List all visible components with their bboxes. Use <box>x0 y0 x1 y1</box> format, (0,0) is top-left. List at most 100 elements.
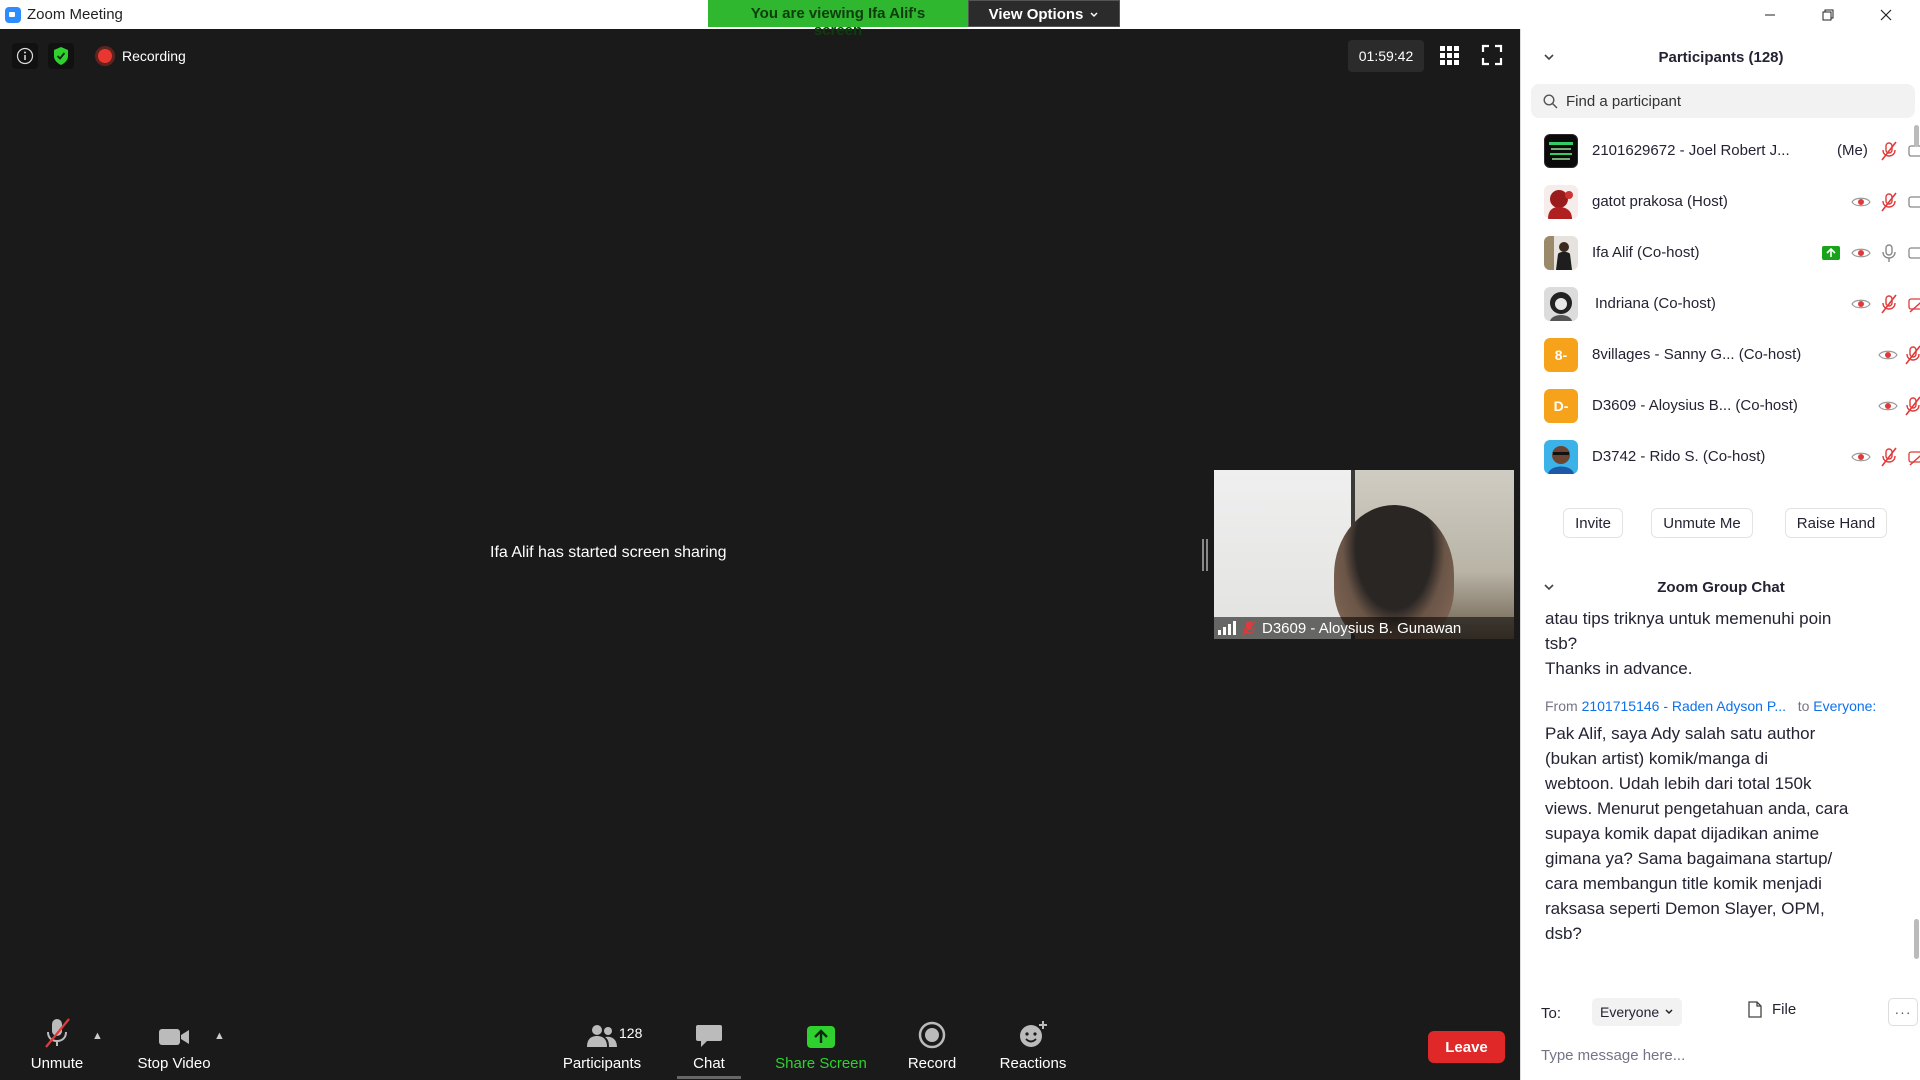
participants-header: Participants (128) <box>1521 29 1920 85</box>
recording-status-icon <box>1851 297 1871 311</box>
participant-search-field[interactable]: Find a participant <box>1531 84 1915 118</box>
participant-list-scrollbar[interactable] <box>1914 125 1919 147</box>
close-icon <box>1880 9 1892 20</box>
restore-icon <box>1822 9 1834 20</box>
more-options-button[interactable]: ··· <box>1888 998 1918 1026</box>
participants-count: 128 <box>619 1025 643 1041</box>
recording-status-icon <box>1851 195 1871 209</box>
side-panel: Participants (128) Find a participant 21… <box>1520 29 1920 1080</box>
recording-status-icon <box>1878 348 1898 362</box>
participants-icon <box>587 1025 617 1047</box>
avatar-image-icon <box>1549 141 1573 160</box>
chat-message-line: cara membangun title komik menjadi <box>1545 874 1822 893</box>
record-button[interactable]: Record <box>902 1013 962 1080</box>
chevron-down-icon <box>1090 12 1098 18</box>
share-screen-button[interactable]: Share Screen <box>771 1013 871 1080</box>
share-screen-icon <box>807 1026 835 1048</box>
raise-hand-button[interactable]: Raise Hand <box>1785 508 1887 538</box>
security-button[interactable] <box>48 43 74 69</box>
muted-mic-icon[interactable] <box>1880 294 1898 314</box>
reactions-button[interactable]: Reactions <box>997 1013 1069 1080</box>
participant-avatar-initials: 8- <box>1544 337 1578 372</box>
muted-mic-icon[interactable] <box>1904 396 1920 416</box>
invite-button[interactable]: Invite <box>1563 508 1623 538</box>
record-label: Record <box>907 1055 957 1072</box>
stop-video-button[interactable]: Stop Video <box>134 1013 214 1080</box>
chat-message-line: (bukan artist) komik/manga di <box>1545 749 1768 768</box>
video-camera-icon[interactable] <box>1908 245 1920 261</box>
chat-scrollbar[interactable] <box>1914 919 1919 959</box>
chat-from-label: From <box>1545 698 1578 714</box>
participant-list: 2101629672 - Joel Robert J... (Me) gatot… <box>1521 125 1920 487</box>
info-icon <box>16 47 34 65</box>
avatar-image-icon <box>1544 235 1572 270</box>
muted-mic-icon[interactable] <box>1880 192 1898 212</box>
minimize-button[interactable] <box>1741 0 1799 29</box>
close-button[interactable] <box>1857 0 1915 29</box>
chat-sender-link[interactable]: 2101715146 - Raden Adyson P... <box>1582 698 1786 714</box>
participant-row[interactable]: D3742 - Rido S. (Co-host) <box>1521 431 1920 482</box>
chat-recipient-dropdown[interactable]: Everyone <box>1592 998 1683 1026</box>
recording-status-icon <box>1851 450 1871 464</box>
participant-video-tile[interactable]: D3609 - Aloysius B. Gunawan <box>1214 470 1514 639</box>
chat-message-line: views. Menurut pengetahuan anda, cara <box>1545 799 1849 818</box>
microphone-icon[interactable] <box>1880 243 1898 263</box>
recording-indicator[interactable]: Recording <box>98 48 186 64</box>
muted-mic-icon[interactable] <box>1904 345 1920 365</box>
video-off-camera-icon[interactable] <box>1908 448 1920 466</box>
chat-to-prefix: To: <box>1541 1004 1562 1022</box>
zoom-app-icon <box>5 7 21 23</box>
file-icon <box>1748 1001 1762 1018</box>
muted-microphone-icon <box>45 1018 70 1048</box>
sharing-screen-icon <box>1821 245 1841 261</box>
participant-row[interactable]: Indriana (Co-host) <box>1521 278 1920 329</box>
participant-row[interactable]: gatot prakosa (Host) <box>1521 176 1920 227</box>
video-tile-name: D3609 - Aloysius B. Gunawan <box>1262 619 1462 637</box>
restore-button[interactable] <box>1799 0 1857 29</box>
chat-message-line: webtoon. Udah lebih dari total 150k <box>1545 774 1812 793</box>
video-tile-caption: D3609 - Aloysius B. Gunawan <box>1214 617 1514 639</box>
collapse-chat-chevron-icon[interactable] <box>1543 581 1555 593</box>
unmute-me-button[interactable]: Unmute Me <box>1651 508 1753 538</box>
view-options-button[interactable]: View Options <box>968 0 1120 27</box>
meeting-toolbar: Unmute ▲ Stop Video ▲ Participants 128 C… <box>0 1013 1520 1080</box>
video-camera-icon <box>159 1029 189 1045</box>
chat-button[interactable]: Chat <box>684 1013 734 1080</box>
leave-button[interactable]: Leave <box>1428 1031 1505 1063</box>
video-camera-icon[interactable] <box>1908 194 1920 210</box>
gallery-view-button[interactable] <box>1438 44 1460 66</box>
participant-name: D3742 - Rido S. (Co-host) <box>1592 448 1766 465</box>
chat-recipient: Everyone: <box>1813 698 1877 714</box>
video-panel-resize-handle[interactable] <box>1202 539 1208 571</box>
unmute-button[interactable]: Unmute <box>24 1013 90 1080</box>
chat-active-indicator <box>677 1076 741 1079</box>
avatar-image-icon <box>1548 445 1574 474</box>
video-off-camera-icon[interactable] <box>1908 295 1920 313</box>
participant-avatar-initials: D- <box>1544 388 1578 423</box>
participant-name: 2101629672 - Joel Robert J... <box>1592 142 1790 159</box>
video-options-caret-icon[interactable]: ▲ <box>214 1030 225 1042</box>
chat-message-input[interactable] <box>1541 1043 1901 1067</box>
participant-name: gatot prakosa (Host) <box>1592 193 1728 210</box>
fullscreen-button[interactable] <box>1481 44 1503 66</box>
participant-row[interactable]: 8- 8villages - Sanny G... (Co-host) <box>1521 329 1920 380</box>
video-background-left <box>1214 470 1351 639</box>
participant-name: Indriana (Co-host) <box>1595 295 1716 312</box>
participants-label: Participants <box>562 1055 642 1072</box>
audio-options-caret-icon[interactable]: ▲ <box>92 1030 103 1042</box>
grid-icon <box>1440 46 1459 65</box>
signal-strength-icon <box>1218 621 1236 635</box>
file-button[interactable]: File <box>1748 1001 1796 1018</box>
chat-message-meta: From 2101715146 - Raden Adyson P... to E… <box>1545 694 1905 719</box>
chat-message: atau tips triknya untuk memenuhi poin ts… <box>1545 606 1905 681</box>
muted-mic-icon[interactable] <box>1880 447 1898 467</box>
collapse-participants-chevron-icon[interactable] <box>1543 51 1555 63</box>
participant-name: 8villages - Sanny G... (Co-host) <box>1592 346 1802 363</box>
participant-row[interactable]: D- D3609 - Aloysius B... (Co-host) <box>1521 380 1920 431</box>
chat-message-line: dsb? <box>1545 924 1582 943</box>
muted-mic-icon[interactable] <box>1880 141 1898 161</box>
participant-row[interactable]: 2101629672 - Joel Robert J... (Me) <box>1521 125 1920 176</box>
participant-row[interactable]: Ifa Alif (Co-host) <box>1521 227 1920 278</box>
participants-button[interactable]: Participants <box>561 1013 643 1080</box>
meeting-info-button[interactable] <box>12 43 38 69</box>
